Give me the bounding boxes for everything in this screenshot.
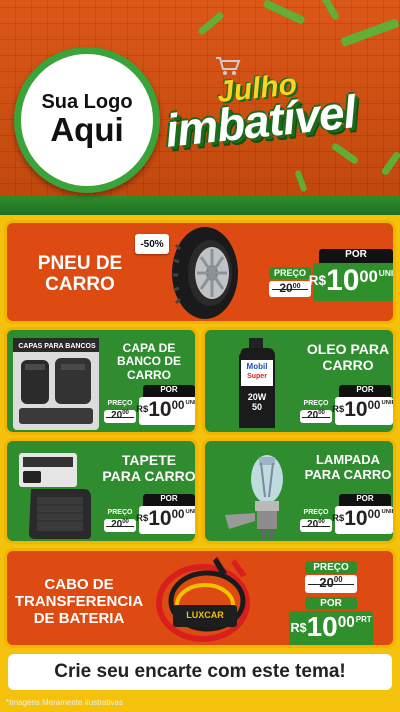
current-price: R$ 10 00 UNID	[136, 506, 196, 534]
logo-placeholder[interactable]: Sua Logo Aqui	[14, 47, 160, 193]
product-name: CAPA DE BANCO DE CARRO	[116, 341, 181, 382]
disclaimer: *Imagens Meramente Ilustrativas	[6, 698, 123, 707]
oil-grade-text: 50	[252, 402, 262, 412]
price-int: 10	[344, 398, 368, 421]
cable-brand-text: LUXCAR	[186, 610, 224, 620]
por-label: POR	[305, 597, 357, 610]
old-price-int: 20	[111, 519, 123, 530]
old-price-int: 20	[319, 575, 334, 590]
preco-label: PREÇO	[300, 399, 332, 408]
price-unit: UNID	[381, 400, 396, 407]
old-price-cents: 00	[333, 575, 343, 584]
price-cents: 00	[171, 509, 185, 522]
price-unit: UNID	[381, 509, 396, 516]
old-price-cents: 00	[318, 410, 325, 416]
old-price-cents: 00	[122, 519, 129, 525]
campaign-title: Julho imbatível	[162, 57, 390, 160]
price-int: 10	[306, 611, 338, 642]
old-price: 2000	[300, 519, 332, 532]
current-price: R$ 10 00 UNID	[332, 397, 396, 425]
jumper-cable-image: LUXCAR	[156, 557, 250, 642]
oil-grade-text: 20W	[248, 392, 267, 402]
logo-text-line2: Aqui	[50, 111, 124, 149]
old-price-int: 20	[111, 410, 123, 421]
seat-pack-text: CAPAS PARA BANCOS	[18, 343, 96, 350]
old-price-int: 20	[279, 281, 293, 295]
old-price: 2000	[305, 575, 357, 593]
price-unit: UNID	[185, 400, 196, 407]
oil-brand-text: Super	[247, 373, 267, 380]
product-card-tapete[interactable]: TAPETE PARA CARRO PREÇO 2000 POR R$ 10 0…	[4, 438, 198, 544]
price-cents: 00	[171, 400, 185, 413]
por-label: POR	[143, 385, 195, 397]
product-name: LAMPADA PARA CARRO	[304, 452, 392, 482]
current-price: R$ 10 00 UNID	[332, 506, 396, 534]
price-int: 10	[326, 264, 360, 297]
oil-bottle-image: Mobil Super 20W 50	[239, 338, 275, 428]
price-cents: 00	[367, 400, 381, 413]
preco-label: PREÇO	[104, 399, 136, 408]
product-name: OLEO PARA CARRO	[306, 341, 390, 373]
por-label: POR	[339, 494, 391, 506]
price-int: 10	[148, 507, 172, 530]
por-label: POR	[319, 249, 393, 263]
price-unit: UNID	[378, 267, 394, 278]
preco-label: PREÇO	[104, 508, 136, 517]
old-price-cents: 00	[292, 281, 301, 290]
old-price-int: 20	[307, 410, 319, 421]
oil-brand-text: Mobil	[247, 362, 268, 371]
discount-badge: -50%	[135, 234, 169, 254]
product-card-oleo[interactable]: Mobil Super 20W 50 OLEO PARA CARRO PREÇO…	[202, 327, 396, 435]
price-unit: PRT	[355, 614, 372, 624]
seat-cover-image: CAPAS PARA BANCOS	[13, 338, 99, 430]
por-label: POR	[339, 385, 391, 397]
price-int: 10	[344, 507, 368, 530]
lamp-bulb-image	[225, 455, 283, 539]
currency-symbol: R$	[308, 273, 327, 289]
car-mat-image	[19, 453, 91, 539]
price-cents: 00	[359, 267, 378, 286]
footer-cta[interactable]: Crie seu encarte com este tema!	[8, 654, 392, 690]
old-price-int: 20	[307, 519, 319, 530]
price-cents: 00	[367, 509, 381, 522]
currency-symbol: R$	[332, 513, 345, 525]
old-price: 2000	[300, 410, 332, 423]
product-card-cabo[interactable]: CABO DE TRANSFERENCIA DE BATERIA LUXCAR …	[4, 548, 396, 648]
campaign-title-main: imbatível	[162, 85, 358, 157]
current-price: R$ 10 00 UNID	[309, 263, 394, 301]
product-name: CABO DE TRANSFERENCIA DE BATERIA	[14, 576, 144, 627]
tire-image	[172, 227, 238, 319]
price-int: 10	[148, 398, 172, 421]
old-price: 2000	[104, 410, 136, 423]
old-price-cents: 00	[318, 519, 325, 525]
hero-green-band	[0, 196, 400, 216]
old-price-cents: 00	[122, 410, 129, 416]
price-unit: UNID	[185, 509, 196, 516]
currency-symbol: R$	[290, 620, 307, 635]
por-label: POR	[143, 494, 195, 506]
product-card-lampada[interactable]: LAMPADA PARA CARRO PREÇO 2000 POR R$ 10 …	[202, 438, 396, 544]
preco-label: PREÇO	[305, 561, 357, 574]
old-price: 2000	[269, 281, 311, 297]
preco-label: PREÇO	[269, 267, 311, 279]
currency-symbol: R$	[136, 513, 149, 525]
price-cents: 00	[337, 613, 355, 631]
preco-label: PREÇO	[300, 508, 332, 517]
currency-symbol: R$	[136, 404, 149, 416]
current-price: R$ 10 00 PRT	[289, 611, 373, 645]
flyer: Sua Logo Aqui Julho imbatível PNEU DE CA…	[0, 0, 400, 712]
old-price: 2000	[104, 519, 136, 532]
product-name: TAPETE PARA CARRO	[102, 452, 196, 484]
logo-text-line1: Sua Logo	[41, 91, 133, 114]
current-price: R$ 10 00 UNID	[136, 397, 196, 425]
currency-symbol: R$	[332, 404, 345, 416]
product-card-capa-banco[interactable]: CAPAS PARA BANCOS CAPA DE BANCO DE CARRO…	[4, 327, 198, 435]
product-name: PNEU DE CARRO	[37, 253, 123, 296]
product-card-pneu[interactable]: PNEU DE CARRO PREÇO 2000 POR R$ 10 00 UN…	[4, 220, 396, 324]
